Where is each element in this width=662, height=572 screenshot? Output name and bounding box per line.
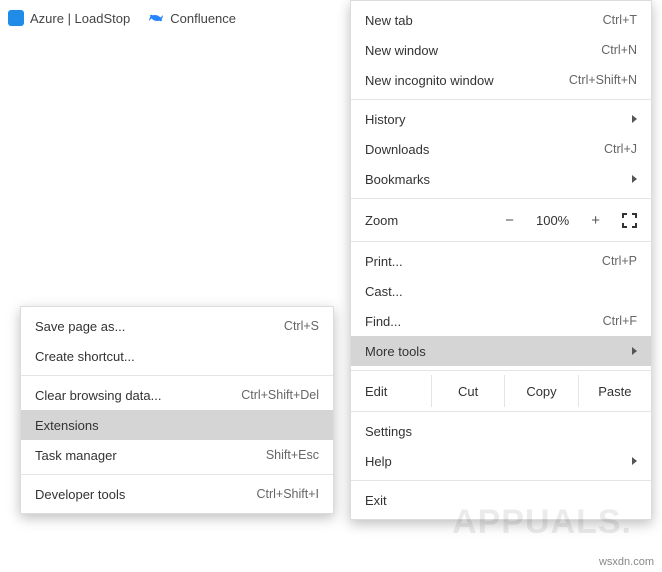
menu-downloads[interactable]: Downloads Ctrl+J (351, 134, 651, 164)
edit-copy-button[interactable]: Copy (504, 375, 577, 407)
menu-separator (351, 198, 651, 199)
menu-exit[interactable]: Exit (351, 485, 651, 515)
menu-new-window[interactable]: New window Ctrl+N (351, 35, 651, 65)
submenu-dev-tools-shortcut: Ctrl+Shift+I (256, 487, 319, 501)
menu-downloads-shortcut: Ctrl+J (604, 142, 637, 156)
bookmark-azure[interactable]: Azure | LoadStop (8, 10, 130, 26)
submenu-task-manager-shortcut: Shift+Esc (266, 448, 319, 462)
azure-icon (8, 10, 24, 26)
chrome-main-menu: New tab Ctrl+T New window Ctrl+N New inc… (350, 0, 652, 520)
submenu-create-shortcut-label: Create shortcut... (35, 349, 319, 364)
confluence-icon (148, 10, 164, 26)
menu-cast[interactable]: Cast... (351, 276, 651, 306)
menu-find[interactable]: Find... Ctrl+F (351, 306, 651, 336)
menu-print[interactable]: Print... Ctrl+P (351, 246, 651, 276)
chevron-right-icon (632, 175, 637, 183)
menu-history-label: History (365, 112, 632, 127)
menu-help-label: Help (365, 454, 632, 469)
menu-new-tab[interactable]: New tab Ctrl+T (351, 5, 651, 35)
edit-paste-button[interactable]: Paste (578, 375, 651, 407)
menu-exit-label: Exit (365, 493, 637, 508)
menu-find-label: Find... (365, 314, 603, 329)
submenu-separator (21, 375, 333, 376)
footer-text: wsxdn.com (599, 556, 654, 568)
submenu-save-page-as[interactable]: Save page as... Ctrl+S (21, 311, 333, 341)
submenu-task-manager-label: Task manager (35, 448, 266, 463)
zoom-out-button[interactable]: − (505, 212, 514, 229)
submenu-separator (21, 474, 333, 475)
submenu-save-label: Save page as... (35, 319, 284, 334)
menu-find-shortcut: Ctrl+F (603, 314, 637, 328)
menu-edit-row: Edit Cut Copy Paste (351, 375, 651, 407)
chevron-right-icon (632, 347, 637, 355)
zoom-value: 100% (536, 213, 569, 228)
menu-settings[interactable]: Settings (351, 416, 651, 446)
submenu-clear-browsing-data[interactable]: Clear browsing data... Ctrl+Shift+Del (21, 380, 333, 410)
menu-print-label: Print... (365, 254, 602, 269)
zoom-controls: − 100% + (433, 212, 637, 229)
submenu-dev-tools-label: Developer tools (35, 487, 256, 502)
submenu-developer-tools[interactable]: Developer tools Ctrl+Shift+I (21, 479, 333, 509)
submenu-save-shortcut: Ctrl+S (284, 319, 319, 333)
menu-new-window-label: New window (365, 43, 601, 58)
menu-new-incognito[interactable]: New incognito window Ctrl+Shift+N (351, 65, 651, 95)
menu-more-tools-label: More tools (365, 344, 632, 359)
menu-settings-label: Settings (365, 424, 637, 439)
menu-separator (351, 241, 651, 242)
menu-edit-label: Edit (351, 384, 431, 399)
menu-new-incognito-label: New incognito window (365, 73, 569, 88)
menu-bookmarks[interactable]: Bookmarks (351, 164, 651, 194)
bookmark-azure-label: Azure | LoadStop (30, 11, 130, 26)
menu-help[interactable]: Help (351, 446, 651, 476)
submenu-clear-data-label: Clear browsing data... (35, 388, 241, 403)
menu-separator (351, 370, 651, 371)
menu-bookmarks-label: Bookmarks (365, 172, 632, 187)
menu-cast-label: Cast... (365, 284, 637, 299)
menu-new-tab-label: New tab (365, 13, 603, 28)
menu-more-tools[interactable]: More tools (351, 336, 651, 366)
menu-new-tab-shortcut: Ctrl+T (603, 13, 637, 27)
more-tools-submenu: Save page as... Ctrl+S Create shortcut..… (20, 306, 334, 514)
menu-zoom-label: Zoom (365, 213, 433, 228)
menu-zoom-row: Zoom − 100% + (351, 203, 651, 237)
menu-new-incognito-shortcut: Ctrl+Shift+N (569, 73, 637, 87)
submenu-create-shortcut[interactable]: Create shortcut... (21, 341, 333, 371)
menu-downloads-label: Downloads (365, 142, 604, 157)
menu-new-window-shortcut: Ctrl+N (601, 43, 637, 57)
menu-history[interactable]: History (351, 104, 651, 134)
submenu-task-manager[interactable]: Task manager Shift+Esc (21, 440, 333, 470)
menu-separator (351, 411, 651, 412)
submenu-clear-data-shortcut: Ctrl+Shift+Del (241, 388, 319, 402)
bookmark-confluence-label: Confluence (170, 11, 236, 26)
zoom-in-button[interactable]: + (591, 212, 600, 229)
bookmark-bar: Azure | LoadStop Confluence (2, 4, 236, 32)
edit-cut-button[interactable]: Cut (431, 375, 504, 407)
bookmark-confluence[interactable]: Confluence (148, 10, 236, 26)
menu-separator (351, 480, 651, 481)
submenu-extensions[interactable]: Extensions (21, 410, 333, 440)
chevron-right-icon (632, 115, 637, 123)
fullscreen-icon[interactable] (622, 213, 637, 228)
menu-separator (351, 99, 651, 100)
menu-print-shortcut: Ctrl+P (602, 254, 637, 268)
chevron-right-icon (632, 457, 637, 465)
submenu-extensions-label: Extensions (35, 418, 319, 433)
